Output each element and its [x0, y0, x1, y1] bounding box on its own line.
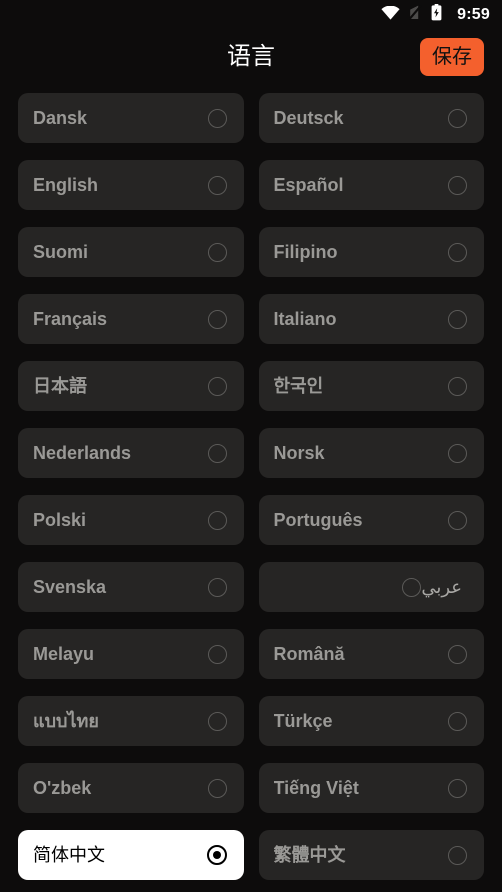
radio-unselected-icon[interactable] — [448, 644, 467, 664]
status-bar: 9:59 — [0, 0, 502, 30]
language-option[interactable]: O'zbek — [18, 763, 244, 813]
radio-unselected-icon[interactable] — [402, 577, 422, 597]
language-option[interactable]: Polski — [18, 495, 244, 545]
language-label: Română — [273, 644, 345, 664]
language-label: Norsk — [273, 443, 325, 463]
language-option[interactable]: 简体中文 — [18, 830, 244, 880]
radio-unselected-icon[interactable] — [207, 443, 227, 463]
language-option[interactable]: Français — [18, 294, 244, 344]
radio-unselected-icon[interactable] — [448, 510, 467, 530]
language-option[interactable]: Svenska — [18, 562, 244, 612]
language-label: Polski — [33, 510, 87, 530]
language-label: O'zbek — [33, 778, 92, 798]
save-button[interactable]: 保存 — [420, 38, 484, 76]
wifi-icon — [381, 5, 400, 25]
language-option[interactable]: 한국인 — [258, 361, 484, 411]
language-label: 简体中文 — [33, 845, 105, 865]
language-option[interactable]: แบบไทย — [18, 696, 244, 746]
language-option[interactable]: Dansk — [18, 93, 244, 143]
language-option[interactable]: Português — [258, 495, 484, 545]
radio-unselected-icon[interactable] — [448, 711, 467, 731]
language-label: Tiếng Việt — [273, 778, 359, 798]
language-label: Nederlands — [33, 443, 132, 463]
language-label: Español — [273, 175, 344, 195]
radio-unselected-icon[interactable] — [207, 376, 227, 396]
radio-unselected-icon[interactable] — [448, 108, 467, 128]
language-option[interactable]: 繁體中文 — [258, 830, 484, 880]
language-label: Suomi — [33, 242, 89, 262]
language-option[interactable]: Melayu — [18, 629, 244, 679]
battery-charging-icon — [431, 4, 442, 26]
radio-unselected-icon[interactable] — [207, 778, 227, 798]
language-label: Svenska — [33, 577, 107, 597]
radio-unselected-icon[interactable] — [448, 443, 467, 463]
language-option[interactable]: Tiếng Việt — [258, 763, 484, 813]
radio-unselected-icon[interactable] — [448, 778, 467, 798]
radio-unselected-icon[interactable] — [207, 242, 227, 262]
language-option[interactable]: Deutsck — [258, 93, 484, 143]
language-option[interactable]: English — [18, 160, 244, 210]
language-label: Português — [273, 510, 363, 530]
radio-unselected-icon[interactable] — [207, 510, 227, 530]
language-label: 繁體中文 — [273, 845, 346, 865]
language-label: Türkçe — [273, 711, 333, 731]
language-option[interactable]: Türkçe — [258, 696, 484, 746]
radio-unselected-icon[interactable] — [448, 242, 467, 262]
language-option[interactable]: Nederlands — [18, 428, 244, 478]
language-list: Dansk Deutsck English Español Suomi Filipino F… — [0, 88, 502, 880]
language-label: Melayu — [33, 644, 95, 664]
language-option[interactable]: Filipino — [258, 227, 484, 277]
language-option[interactable]: Español — [258, 160, 484, 210]
radio-unselected-icon[interactable] — [207, 309, 227, 329]
language-label: English — [33, 175, 99, 195]
radio-unselected-icon[interactable] — [207, 577, 227, 597]
language-label: แบบไทย — [33, 711, 99, 731]
language-label: Filipino — [273, 242, 338, 262]
language-label: Italiano — [273, 309, 337, 329]
language-label: Français — [33, 309, 108, 329]
language-option[interactable]: 日本語 — [18, 361, 244, 411]
radio-unselected-icon[interactable] — [448, 175, 467, 195]
language-label: عربي — [421, 577, 462, 597]
radio-unselected-icon[interactable] — [207, 644, 227, 664]
language-label: Deutsck — [273, 108, 344, 128]
language-label: 한국인 — [273, 376, 324, 396]
status-bar-icons: 9:59 — [381, 4, 490, 26]
language-option[interactable]: Română — [258, 629, 484, 679]
language-label: Dansk — [33, 108, 88, 128]
radio-unselected-icon[interactable] — [448, 845, 467, 865]
language-option[interactable]: عربي — [258, 562, 484, 612]
signal-off-icon — [408, 4, 423, 25]
radio-unselected-icon[interactable] — [207, 108, 227, 128]
radio-unselected-icon[interactable] — [448, 376, 467, 396]
language-option[interactable]: Suomi — [18, 227, 244, 277]
radio-unselected-icon[interactable] — [448, 309, 467, 329]
page-header: 语言 保存 — [0, 30, 502, 88]
status-time: 9:59 — [457, 6, 490, 23]
language-label: 日本語 — [33, 376, 87, 396]
radio-unselected-icon[interactable] — [207, 711, 227, 731]
language-option[interactable]: Norsk — [258, 428, 484, 478]
language-option[interactable]: Italiano — [258, 294, 484, 344]
radio-unselected-icon[interactable] — [207, 175, 227, 195]
radio-selected-icon[interactable] — [206, 845, 227, 865]
